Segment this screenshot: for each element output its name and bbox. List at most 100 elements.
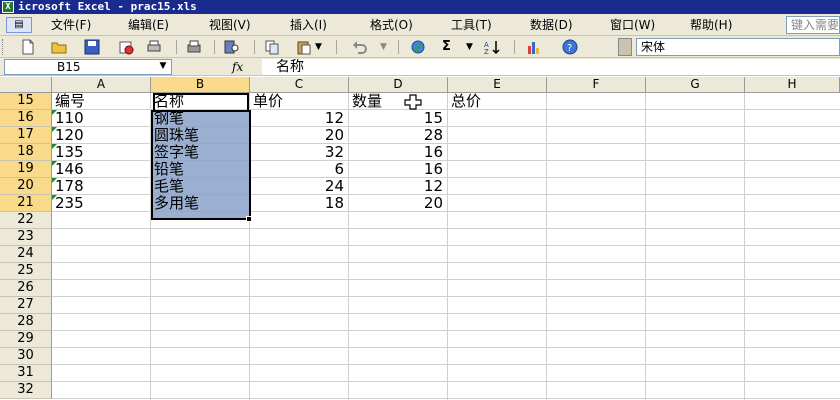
paste-dropdown-icon[interactable]: ▼	[315, 38, 322, 56]
menu-tools[interactable]: 工具(T)	[451, 17, 492, 33]
cell-a15[interactable]: 编号	[52, 93, 150, 110]
chart-icon[interactable]	[526, 39, 542, 55]
undo-icon[interactable]	[352, 39, 368, 55]
copy-icon[interactable]	[264, 39, 280, 55]
row-header[interactable]: 15	[0, 93, 52, 110]
menu-view[interactable]: 视图(V)	[209, 17, 251, 33]
toolbar-grip[interactable]	[2, 39, 5, 55]
autosum-dropdown-icon[interactable]: ▼	[466, 38, 473, 56]
paste-icon[interactable]	[296, 39, 312, 55]
row-header[interactable]: 16	[0, 110, 52, 127]
column-header-a[interactable]: A	[52, 77, 151, 93]
cell-d18[interactable]: 16	[349, 144, 447, 161]
select-all-corner[interactable]	[0, 77, 52, 93]
name-box[interactable]: B15	[4, 59, 172, 75]
sheet-menu-icon[interactable]: ▤	[6, 17, 32, 33]
cell-a19[interactable]: 146	[52, 161, 150, 178]
cell-c20[interactable]: 24	[250, 178, 348, 195]
cell-a21[interactable]: 235	[52, 195, 150, 212]
cell-b21[interactable]: 多用笔	[151, 195, 249, 212]
column-header-b[interactable]: B	[151, 77, 250, 93]
hyperlink-icon[interactable]	[410, 39, 426, 55]
toolbar-separator	[336, 40, 337, 54]
cell-c19[interactable]: 6	[250, 161, 348, 178]
row-header[interactable]: 19	[0, 161, 52, 178]
row-header[interactable]: 32	[0, 382, 52, 399]
excel-icon: X	[2, 1, 14, 13]
cell-d20[interactable]: 12	[349, 178, 447, 195]
cell-b17[interactable]: 圆珠笔	[151, 127, 249, 144]
cell-c18[interactable]: 32	[250, 144, 348, 161]
svg-text:Z: Z	[484, 48, 489, 55]
standard-toolbar: ▼ ▼ Σ ▼ AZ ? 宋体	[0, 36, 840, 58]
row-header[interactable]: 25	[0, 263, 52, 280]
row-header[interactable]: 23	[0, 229, 52, 246]
name-box-dropdown-icon[interactable]: ▼	[156, 60, 170, 72]
print-icon[interactable]	[146, 39, 162, 55]
cell-a16[interactable]: 110	[52, 110, 150, 127]
column-header-e[interactable]: E	[448, 77, 547, 93]
row-header[interactable]: 18	[0, 144, 52, 161]
cell-a20[interactable]: 178	[52, 178, 150, 195]
cell-e15[interactable]: 总价	[448, 93, 546, 110]
autosum-icon[interactable]: Σ	[442, 38, 451, 56]
cell-d17[interactable]: 28	[349, 127, 447, 144]
row-header[interactable]: 24	[0, 246, 52, 263]
menu-format[interactable]: 格式(O)	[370, 17, 413, 33]
menu-help[interactable]: 帮助(H)	[690, 17, 732, 33]
sort-ascending-icon[interactable]: AZ	[484, 39, 500, 55]
menu-edit[interactable]: 编辑(E)	[128, 17, 169, 33]
row-header[interactable]: 26	[0, 280, 52, 297]
number-as-text-indicator	[52, 144, 57, 149]
column-header-f[interactable]: F	[547, 77, 646, 93]
formula-input[interactable]: 名称	[262, 59, 840, 75]
cell-b16[interactable]: 钢笔	[151, 110, 249, 127]
fill-handle[interactable]	[246, 216, 252, 222]
help-search-input[interactable]: 键入需要	[786, 16, 840, 34]
cell-d21[interactable]: 20	[349, 195, 447, 212]
cell-c16[interactable]: 12	[250, 110, 348, 127]
column-header-d[interactable]: D	[349, 77, 448, 93]
row-header[interactable]: 22	[0, 212, 52, 229]
new-icon[interactable]	[20, 39, 36, 55]
save-icon[interactable]	[84, 39, 100, 55]
research-icon[interactable]	[224, 39, 240, 55]
row-header[interactable]: 31	[0, 365, 52, 382]
cell-c15[interactable]: 单价	[250, 93, 348, 110]
row-header[interactable]: 29	[0, 331, 52, 348]
cell-a18[interactable]: 135	[52, 144, 150, 161]
open-icon[interactable]	[51, 39, 67, 55]
cell-a17[interactable]: 120	[52, 127, 150, 144]
row-header[interactable]: 17	[0, 127, 52, 144]
insert-function-icon[interactable]: fx	[232, 59, 243, 75]
cell-d19[interactable]: 16	[349, 161, 447, 178]
print-preview-icon[interactable]	[186, 39, 202, 55]
column-header-g[interactable]: G	[646, 77, 745, 93]
menu-window[interactable]: 窗口(W)	[610, 17, 655, 33]
row-header[interactable]: 27	[0, 297, 52, 314]
permission-icon[interactable]	[118, 39, 134, 55]
help-icon[interactable]: ?	[562, 39, 578, 55]
menu-data[interactable]: 数据(D)	[530, 17, 573, 33]
formula-bar: B15 ▼ fx 名称	[0, 58, 840, 76]
toolbar-separator	[214, 40, 215, 54]
font-name-select[interactable]: 宋体	[636, 38, 840, 56]
cell-d15[interactable]: 数量	[349, 93, 447, 110]
undo-dropdown-icon[interactable]: ▼	[380, 38, 387, 56]
row-header[interactable]: 20	[0, 178, 52, 195]
cell-d16[interactable]: 15	[349, 110, 447, 127]
row-header[interactable]: 30	[0, 348, 52, 365]
row-header[interactable]: 28	[0, 314, 52, 331]
column-header-c[interactable]: C	[250, 77, 349, 93]
column-header-h[interactable]: H	[745, 77, 840, 93]
menu-insert[interactable]: 插入(I)	[290, 17, 327, 33]
cell-b18[interactable]: 签字笔	[151, 144, 249, 161]
cell-b15[interactable]: 名称	[151, 93, 249, 110]
toolbar-overflow-button[interactable]	[618, 38, 632, 56]
cell-b19[interactable]: 铅笔	[151, 161, 249, 178]
cell-c17[interactable]: 20	[250, 127, 348, 144]
menu-file[interactable]: 文件(F)	[51, 17, 91, 33]
cell-c21[interactable]: 18	[250, 195, 348, 212]
row-header[interactable]: 21	[0, 195, 52, 212]
cell-b20[interactable]: 毛笔	[151, 178, 249, 195]
